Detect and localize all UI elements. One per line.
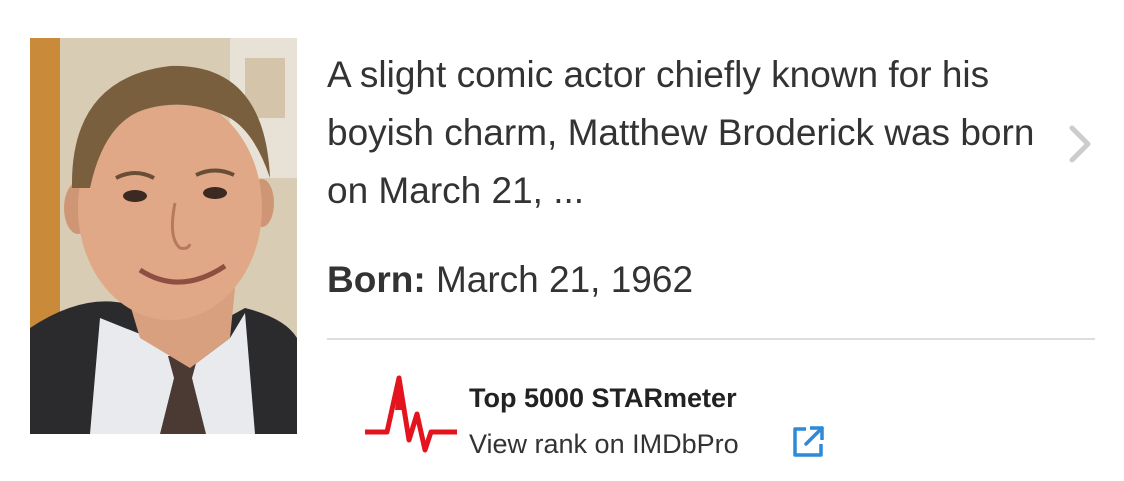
view-rank-link[interactable]: View rank on IMDbPro <box>469 426 739 462</box>
born-date: March 21, 1962 <box>435 259 694 300</box>
chevron-right-icon[interactable] <box>1066 122 1096 166</box>
external-link-icon[interactable] <box>790 424 826 460</box>
starmeter-title: Top 5000 STARmeter <box>469 383 737 413</box>
born-line: Born: March 21, 1962 <box>327 258 693 302</box>
actor-headshot-image <box>30 38 297 434</box>
starmeter-pulse-icon <box>362 370 460 462</box>
divider <box>327 338 1095 340</box>
actor-photo[interactable] <box>30 38 297 434</box>
bio-card: A slight comic actor chiefly known for h… <box>0 0 1124 481</box>
bio-text: A slight comic actor chiefly known for h… <box>327 54 1035 211</box>
born-label: Born: <box>327 259 426 300</box>
